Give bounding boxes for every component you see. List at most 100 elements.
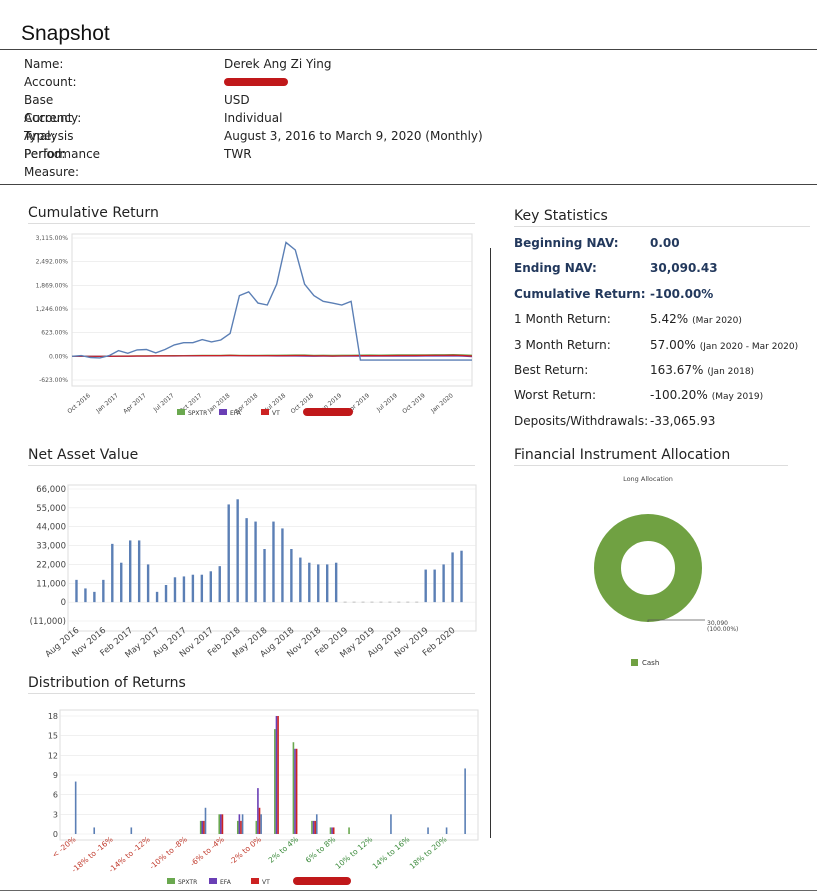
y-tick-label: 3: [53, 810, 58, 819]
nav-title: Net Asset Value: [28, 447, 475, 466]
dist-bar-efa: [238, 814, 241, 834]
legend-label: VT: [272, 410, 280, 417]
key-stat-label: Ending NAV:: [514, 261, 597, 275]
nav-bar: [308, 562, 311, 603]
nav-bar: [75, 579, 78, 603]
nav-bar: [93, 591, 96, 603]
dist-bar-efa: [201, 820, 204, 834]
dist-bar-vt: [258, 807, 261, 834]
key-stat-value: 0.00: [650, 236, 680, 250]
dist-bar-vt: [295, 748, 298, 834]
dist-bar-spxtr: [292, 742, 295, 834]
legend-swatch: [209, 878, 217, 884]
legend-swatch: [251, 878, 259, 884]
y-tick-label: -623.00%: [39, 377, 68, 384]
nav-bar: [451, 552, 454, 603]
nav-bar: [326, 564, 329, 603]
dist-bar-portfolio: [427, 827, 429, 834]
dist-bar-efa: [294, 748, 296, 834]
key-stat-note: (Jan 2020 - Mar 2020): [699, 342, 799, 352]
nav-bar: [182, 576, 186, 603]
nav-bar: [191, 574, 195, 603]
distribution-title: Distribution of Returns: [28, 675, 475, 694]
x-tick-label: 2% to 4%: [267, 835, 300, 865]
nav-bar: [254, 521, 257, 603]
info-label: Account:: [24, 75, 77, 89]
nav-bar: [146, 564, 150, 603]
data-label-percent: (100.00%): [707, 626, 738, 633]
bottom-divider: [0, 890, 817, 891]
nav-bar: [245, 518, 248, 603]
cumulative-return-chart: 3,115.00% 2,492.00% 1,869.00% 1,246.00% 623.…: [36, 233, 473, 417]
dist-bar-efa: [312, 820, 315, 834]
dist-bar-spxtr: [329, 827, 332, 834]
column-divider: [490, 248, 491, 838]
dist-bar-spxtr: [348, 827, 350, 834]
dist-bar-vt: [221, 814, 224, 834]
cumulative-return-title: Cumulative Return: [28, 205, 475, 224]
x-tick-label: Jan 2017: [94, 392, 120, 415]
nav-bar: [200, 574, 204, 603]
nav-bar: [272, 521, 275, 603]
nav-bar: [218, 566, 221, 603]
nav-chart: 66,000 55,000 44,000 33,000 22,000 11,000 0 (11…: [30, 484, 477, 660]
dist-bar-vt: [203, 820, 205, 834]
dist-bar-portfolio: [464, 768, 466, 834]
key-stat-label: Beginning NAV:: [514, 236, 619, 250]
key-stat-value: -100.00%: [650, 287, 714, 301]
key-stat-note: (Mar 2020): [692, 316, 742, 326]
dist-bar-portfolio: [130, 827, 133, 834]
y-tick-label: 55,000: [36, 504, 66, 514]
legend-swatch: [167, 878, 175, 884]
key-stat-value: 57.00% (Jan 2020 - Mar 2020): [650, 338, 799, 352]
nav-bar: [129, 540, 132, 603]
x-tick-label: Oct 2019: [401, 392, 427, 415]
y-tick-label: 33,000: [36, 542, 66, 552]
allocation-title: Financial Instrument Allocation: [514, 447, 788, 466]
plot-frame: [71, 233, 473, 387]
info-label: Name:: [24, 57, 64, 71]
key-stat-note: (May 2019): [711, 392, 764, 402]
y-tick-label: 11,000: [36, 579, 66, 589]
nav-bar: [236, 499, 239, 603]
dist-bar-vt: [332, 827, 335, 834]
x-tick-label: Oct 2016: [66, 392, 92, 415]
legend-label: EFA: [230, 410, 242, 417]
y-tick-label: 22,000: [36, 560, 66, 570]
legend-swatch: [631, 659, 638, 666]
x-tick-label: Jul 2019: [375, 392, 399, 414]
dist-bar-vt: [314, 820, 316, 834]
key-stat-label: Worst Return:: [514, 388, 597, 402]
nav-bar: [102, 579, 105, 603]
section-divider: [0, 184, 817, 185]
nav-bar: [424, 569, 427, 603]
info-value: Derek Ang Zi Ying: [224, 57, 332, 71]
key-stat-value: 5.42% (Mar 2020): [650, 312, 742, 326]
key-statistics-title: Key Statistics: [514, 208, 810, 227]
key-stat-value: -100.20% (May 2019): [650, 388, 764, 402]
dist-bar-vt: [240, 820, 242, 834]
dist-bar-vt: [277, 716, 279, 834]
nav-bar: [281, 528, 284, 603]
nav-bar: [299, 557, 302, 603]
nav-bar: [263, 549, 266, 603]
key-stat-label: Best Return:: [514, 363, 589, 377]
page-title: Snapshot: [21, 22, 110, 45]
nav-bar: [164, 585, 168, 603]
nav-bar: [227, 504, 230, 603]
chart-subtitle: Long Allocation: [623, 475, 673, 483]
nav-bar: [460, 550, 463, 603]
dist-bar-portfolio: [260, 814, 262, 834]
legend-label: SPXTR: [188, 410, 207, 417]
y-tick-label: 18: [48, 712, 58, 721]
y-tick-label: 0: [61, 598, 66, 608]
nav-bar: [334, 562, 338, 603]
y-tick-label: 6: [53, 791, 58, 800]
info-value: August 3, 2016 to March 9, 2020 (Monthly…: [224, 129, 483, 143]
key-stat-value: 30,090.43: [650, 261, 718, 275]
legend-redaction: [303, 408, 353, 416]
dist-bar-efa: [331, 827, 333, 834]
x-tick-label: 6% to 8%: [304, 835, 337, 865]
y-tick-label: 0: [53, 830, 58, 839]
nav-bar: [317, 564, 320, 603]
